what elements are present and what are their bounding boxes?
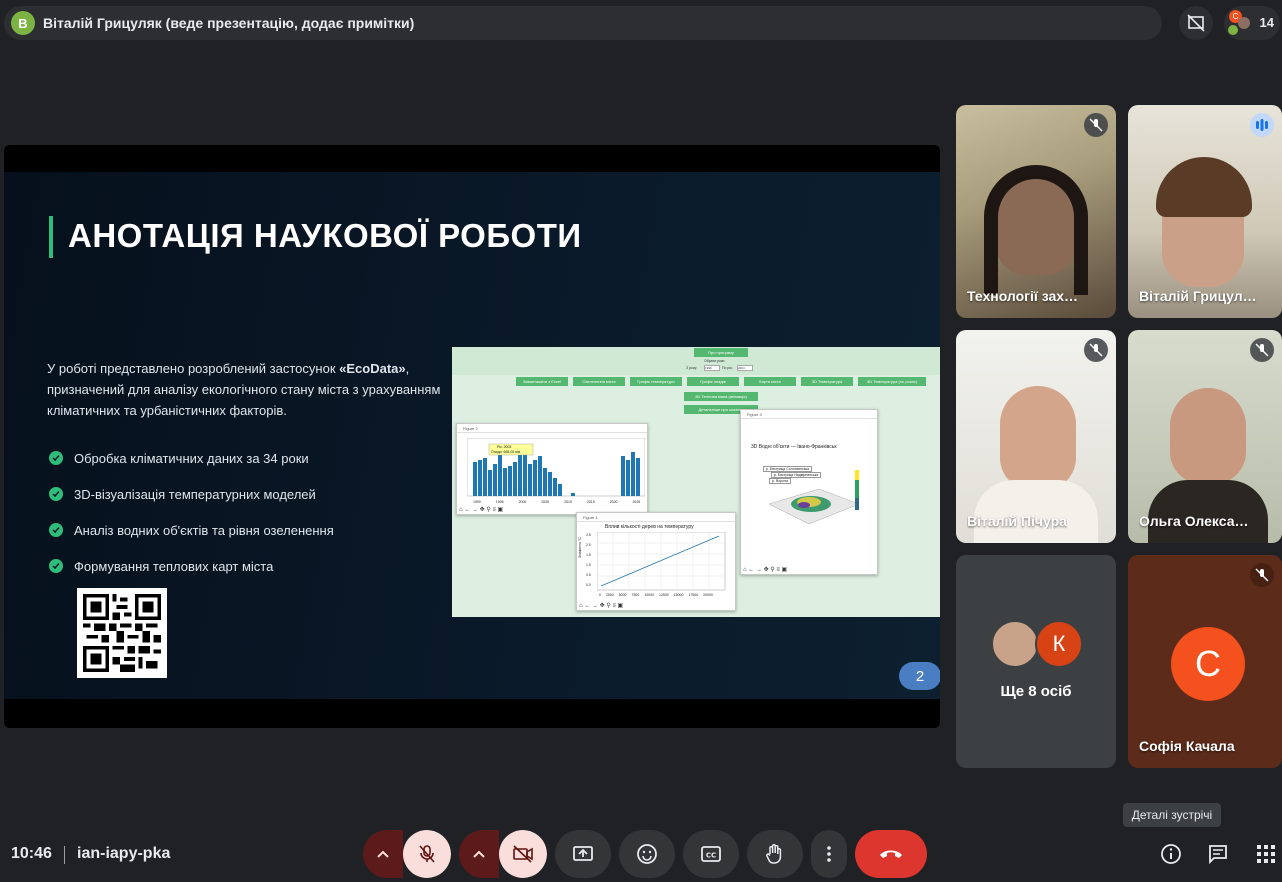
clock: 10:46 [11, 845, 52, 862]
presenter-bar: В Віталій Грицуляк (веде презентацію, до… [4, 6, 1162, 40]
layout-off-button[interactable] [1179, 6, 1213, 40]
mic-off-icon [419, 845, 435, 863]
figure-2-window: Figure 2 Рік: 2003 Опади: 665.00 мм 1990… [456, 423, 648, 515]
mini-avatar-icon [1238, 17, 1250, 29]
camera-options-button[interactable] [459, 830, 499, 878]
meet-window: В Віталій Грицуляк (веде презентацію, до… [0, 0, 1282, 882]
mic-toggle-button[interactable] [403, 830, 451, 878]
emoji-icon [637, 844, 657, 864]
participant-avatar: С [1171, 627, 1245, 701]
participant-name: Віталій Пічура [967, 513, 1067, 529]
divider [64, 846, 65, 864]
app-about-button: Про програму [694, 348, 748, 357]
more-vert-icon [827, 846, 831, 862]
presentation-off-icon [1187, 14, 1205, 32]
leave-call-button[interactable] [855, 830, 927, 878]
present-screen-icon [573, 846, 593, 861]
participant-video [984, 165, 1088, 295]
mic-off-icon [1084, 113, 1108, 137]
participant-avatar [991, 620, 1039, 668]
call-end-icon [880, 850, 902, 858]
participant-tile[interactable]: Віталій Грицул… [1128, 105, 1282, 318]
reactions-button[interactable] [619, 830, 675, 878]
slide-intro: У роботі представлено розроблений застос… [47, 361, 441, 418]
chevron-up-icon [377, 850, 389, 858]
mic-off-icon [1250, 563, 1274, 587]
mic-off-icon [1084, 338, 1108, 362]
title-accent [49, 216, 53, 258]
participant-video [1000, 386, 1076, 490]
captions-icon: CC [701, 846, 721, 862]
participant-name: Софія Качала [1139, 738, 1235, 754]
participant-tile[interactable]: С Софія Качала [1128, 555, 1282, 768]
participant-name: Віталій Грицул… [1139, 288, 1257, 304]
more-participants-tile[interactable]: К Ще 8 осіб [956, 555, 1116, 768]
page-number: 2 [899, 662, 940, 690]
mic-options-button[interactable] [363, 830, 403, 878]
info-icon [1161, 844, 1181, 864]
present-button[interactable] [555, 830, 611, 878]
mini-avatar-icon [1228, 25, 1238, 35]
participant-video [1156, 157, 1252, 217]
camera-off-icon [513, 845, 533, 863]
hand-icon [766, 844, 782, 864]
slide: АНОТАЦІЯ НАУКОВОЇ РОБОТИ У роботі предст… [4, 172, 940, 699]
check-icon [49, 559, 63, 573]
participants-button[interactable]: С 14 [1224, 6, 1280, 40]
bullet-item: 3D-візуалізація температурних моделей [49, 476, 334, 512]
participant-avatar: К [1035, 620, 1083, 668]
activities-button[interactable] [1250, 836, 1282, 872]
chat-button[interactable] [1200, 836, 1236, 872]
more-options-button[interactable] [811, 830, 847, 878]
check-icon [49, 523, 63, 537]
figure-toolbar: ⌂ ← → ✥ ⚲ ≡ ▣ [743, 567, 788, 573]
app-year-to: 2024 [737, 365, 753, 371]
figure-toolbar: ⌂ ← → ✥ ⚲ ≡ ▣ [459, 507, 504, 513]
app-period-label: Обрати роки [704, 359, 725, 363]
captions-button[interactable]: CC [683, 830, 739, 878]
participant-count: 14 [1259, 15, 1274, 30]
mic-control [363, 830, 451, 878]
check-icon [49, 487, 63, 501]
chevron-up-icon [473, 850, 485, 858]
bullet-list: Обробка кліматичних даних за 34 роки 3D-… [49, 440, 334, 584]
participant-video [1148, 480, 1268, 543]
chat-icon [1209, 845, 1227, 865]
participant-tile[interactable]: Віталій Пічура [956, 330, 1116, 543]
app-name: «EcoData» [339, 361, 406, 376]
meeting-details-tooltip: Деталі зустрічі [1123, 803, 1221, 827]
bullet-item: Аналіз водних об'єктів та рівня озеленен… [49, 512, 334, 548]
participant-name: Технології зах… [967, 288, 1079, 304]
app-year-from: 1990 [704, 365, 720, 371]
raise-hand-button[interactable] [747, 830, 803, 878]
bullet-item: Формування теплових карт міста [49, 548, 334, 584]
more-participants-label: Ще 8 осіб [1000, 683, 1072, 700]
meeting-code: ian-iapy-pka [77, 845, 171, 862]
camera-toggle-button[interactable] [499, 830, 547, 878]
participant-video [1170, 388, 1246, 484]
slide-title: АНОТАЦІЯ НАУКОВОЇ РОБОТИ [68, 217, 582, 254]
mic-off-icon [1250, 338, 1274, 362]
participant-tile[interactable]: Технології зах… [956, 105, 1116, 318]
presenter-avatar: В [11, 11, 35, 35]
figure-1-window: Figure 1 Вплив кількості дерев на темпер… [576, 512, 736, 611]
speaking-icon [1250, 113, 1274, 137]
app-screenshot: Про програму Обрати роки З року: 1990 По… [452, 347, 940, 617]
qr-code [77, 588, 167, 678]
participant-name: Ольга Олекса… [1139, 513, 1249, 529]
participant-tile[interactable]: Ольга Олекса… [1128, 330, 1282, 543]
meeting-details-button[interactable] [1153, 836, 1189, 872]
check-icon [49, 451, 63, 465]
figure-toolbar: ⌂ ← → ✥ ⚲ ≡ ▣ [579, 603, 624, 609]
bullet-item: Обробка кліматичних даних за 34 роки [49, 440, 334, 476]
svg-text:CC: CC [706, 852, 716, 860]
figure-3-window: Figure 3 3D Водні об'єкти — Івано-Франкі… [740, 409, 878, 575]
presenter-status: Віталій Грицуляк (веде презентацію, дода… [43, 15, 415, 31]
participant-video [974, 480, 1098, 543]
camera-control [459, 830, 547, 878]
apps-grid-icon [1257, 845, 1275, 863]
presentation-stage[interactable]: АНОТАЦІЯ НАУКОВОЇ РОБОТИ У роботі предст… [4, 145, 940, 728]
